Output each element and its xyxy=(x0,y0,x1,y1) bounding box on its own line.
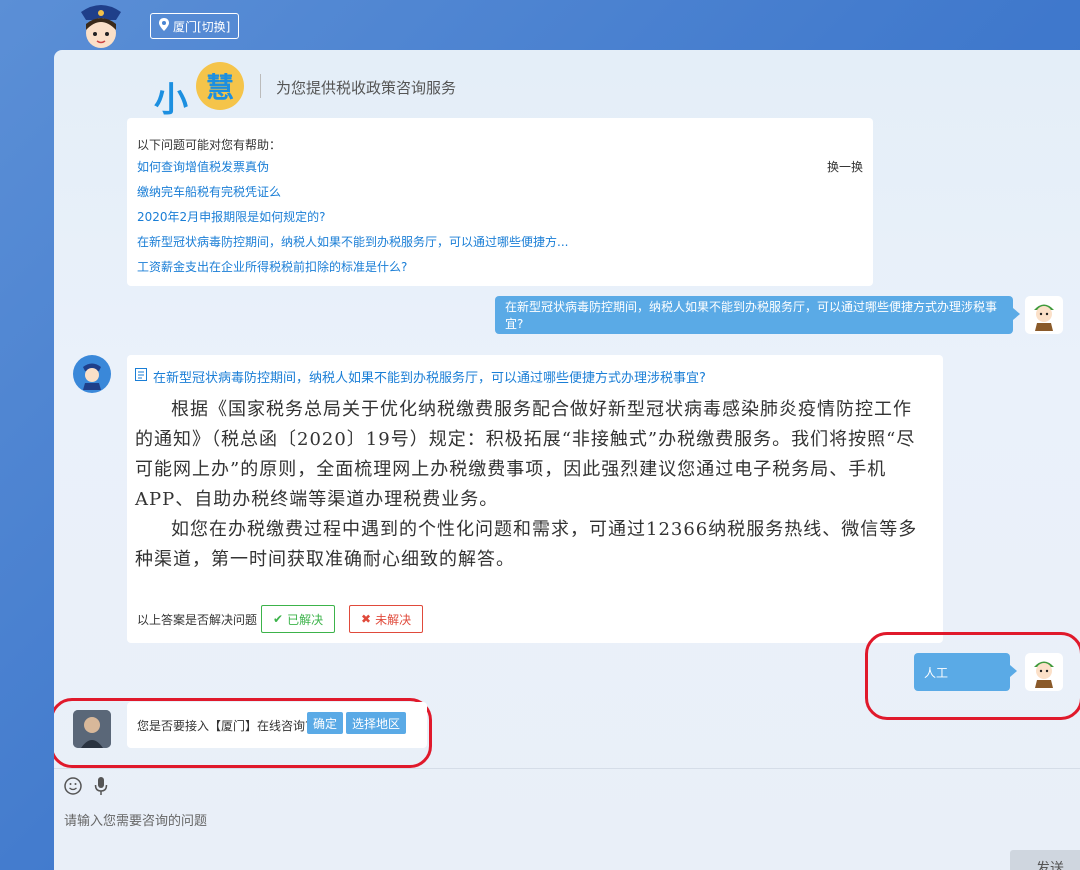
bot-avatar xyxy=(73,355,111,393)
header-divider xyxy=(260,74,261,98)
check-icon: ✔ xyxy=(273,612,284,626)
suggestions-intro: 以下问题可能对您有帮助： xyxy=(137,138,282,152)
user-avatar xyxy=(1025,653,1063,691)
answer-question-text: 在新型冠状病毒防控期间，纳税人如果不能到办税服务厅，可以通过哪些便捷方式办理涉税… xyxy=(153,371,706,386)
suggested-questions-card: 以下问题可能对您有帮助： 如何查询增值税发票真伪 缴纳完车船税有完税凭证么 20… xyxy=(127,118,873,286)
answer-question-title: 在新型冠状病毒防控期间，纳税人如果不能到办税服务厅，可以通过哪些便捷方式办理涉税… xyxy=(135,367,706,386)
emoji-icon[interactable] xyxy=(64,777,82,799)
agent-prompt-text: 您是否要接入【厦门】在线咨询? xyxy=(137,719,312,733)
suggested-question-link[interactable]: 在新型冠状病毒防控期间，纳税人如果不能到办税服务厅，可以通过哪些便捷方... xyxy=(137,233,568,250)
suggested-question-link[interactable]: 缴纳完车船税有完税凭证么 xyxy=(137,183,281,200)
logo-text-hui: 慧 xyxy=(205,71,234,104)
answer-paragraph: 根据《国家税务总局关于优化纳税缴费服务配合做好新型冠状病毒感染肺炎疫情防控工作的… xyxy=(135,399,916,510)
confirm-button[interactable]: 确定 xyxy=(307,712,344,734)
logo-text-xiao: 小 xyxy=(154,80,188,120)
chat-panel: 小 慧 为您提供税收政策咨询服务 以下问题可能对您有帮助： 如何查询增值税发票真… xyxy=(54,50,1080,870)
user-message-text: 在新型冠状病毒防控期间，纳税人如果不能到办税服务厅，可以通过哪些便捷方式办理涉税… xyxy=(505,300,998,331)
user-avatar xyxy=(1025,296,1063,334)
agent-avatar xyxy=(73,710,111,748)
document-icon xyxy=(135,368,147,385)
header-slogan: 为您提供税收政策咨询服务 xyxy=(276,79,457,97)
user-message-text: 人工 xyxy=(924,665,949,680)
unresolved-button[interactable]: ✖ 未解决 xyxy=(349,605,424,633)
user-message-bubble: 人工 xyxy=(914,653,1017,691)
resolved-label: 已解决 xyxy=(287,612,324,627)
location-label: 厦门[切换] xyxy=(173,19,231,34)
answer-card: 在新型冠状病毒防控期间，纳税人如果不能到办税服务厅，可以通过哪些便捷方式办理涉税… xyxy=(127,355,943,643)
map-pin-icon xyxy=(159,18,169,34)
logo-badge: 慧 xyxy=(196,62,244,110)
suggested-question-link[interactable]: 工资薪金支出在企业所得税税前扣除的标准是什么? xyxy=(137,258,407,275)
resolved-button[interactable]: ✔ 已解决 xyxy=(261,605,336,633)
cross-icon: ✖ xyxy=(361,612,372,626)
refresh-suggestions-link[interactable]: 换一换 xyxy=(827,158,863,175)
choose-region-button[interactable]: 选择地区 xyxy=(346,712,407,734)
microphone-icon[interactable] xyxy=(94,777,108,799)
suggested-question-link[interactable]: 如何查询增值税发票真伪 xyxy=(137,158,269,175)
agent-transfer-card: 您是否要接入【厦门】在线咨询? 确定 选择地区 xyxy=(127,702,427,748)
suggested-question-link[interactable]: 2020年2月申报期限是如何规定的? xyxy=(137,208,326,225)
input-divider xyxy=(54,768,1080,769)
location-switch-button[interactable]: 厦门[切换] xyxy=(150,13,240,39)
user-message-bubble: 在新型冠状病毒防控期间，纳税人如果不能到办税服务厅，可以通过哪些便捷方式办理涉税… xyxy=(495,296,1020,334)
send-button[interactable]: 发送 xyxy=(1010,850,1080,870)
question-input[interactable]: 请输入您需要咨询的问题 xyxy=(64,810,207,829)
feedback-label: 以上答案是否解决问题 xyxy=(137,613,258,627)
unresolved-label: 未解决 xyxy=(375,612,412,627)
answer-paragraph: 如您在办税缴费过程中遇到的个性化问题和需求，可通过12366纳税服务热线、微信等… xyxy=(135,519,918,570)
chat-header: 小 慧 为您提供税收政策咨询服务 xyxy=(54,50,1080,120)
